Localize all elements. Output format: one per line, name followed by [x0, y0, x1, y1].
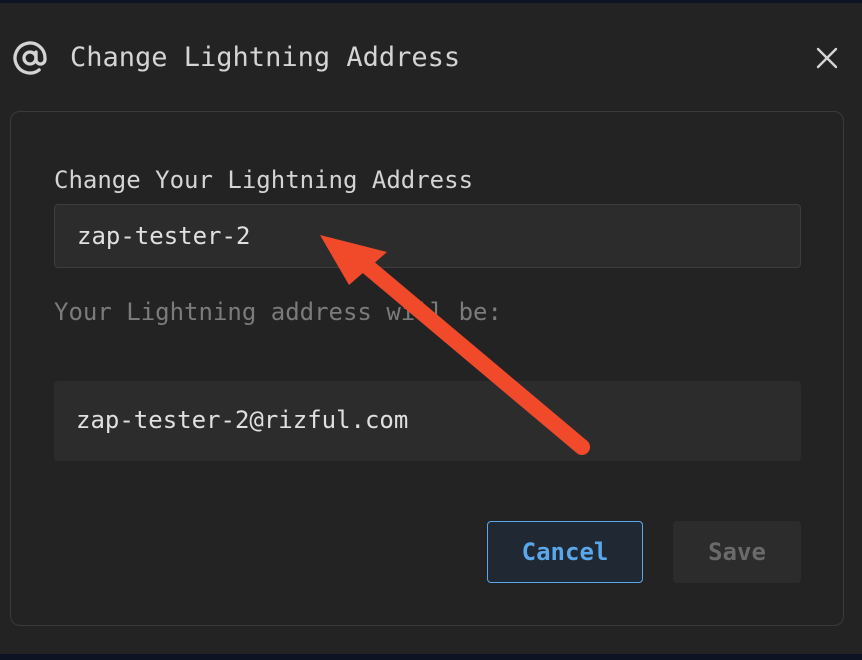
address-preview: zap-tester-2@rizful.com: [76, 406, 409, 434]
close-icon: [812, 47, 842, 77]
dialog-title: Change Lightning Address: [70, 42, 461, 73]
change-address-dialog: Change Lightning Address Change Your Lig…: [0, 3, 862, 654]
address-hint: Your Lightning address will be:: [54, 298, 502, 326]
cancel-button[interactable]: Cancel: [487, 521, 643, 583]
address-preview-box: zap-tester-2@rizful.com: [54, 381, 801, 461]
form-card: Change Your Lightning Address Your Light…: [10, 111, 844, 626]
dialog-header: Change Lightning Address: [0, 3, 862, 111]
address-field-label: Change Your Lightning Address: [54, 166, 474, 194]
at-sign-icon: [12, 40, 48, 76]
close-button[interactable]: [812, 43, 842, 73]
save-button[interactable]: Save: [673, 521, 801, 583]
lightning-name-input[interactable]: [54, 204, 801, 268]
